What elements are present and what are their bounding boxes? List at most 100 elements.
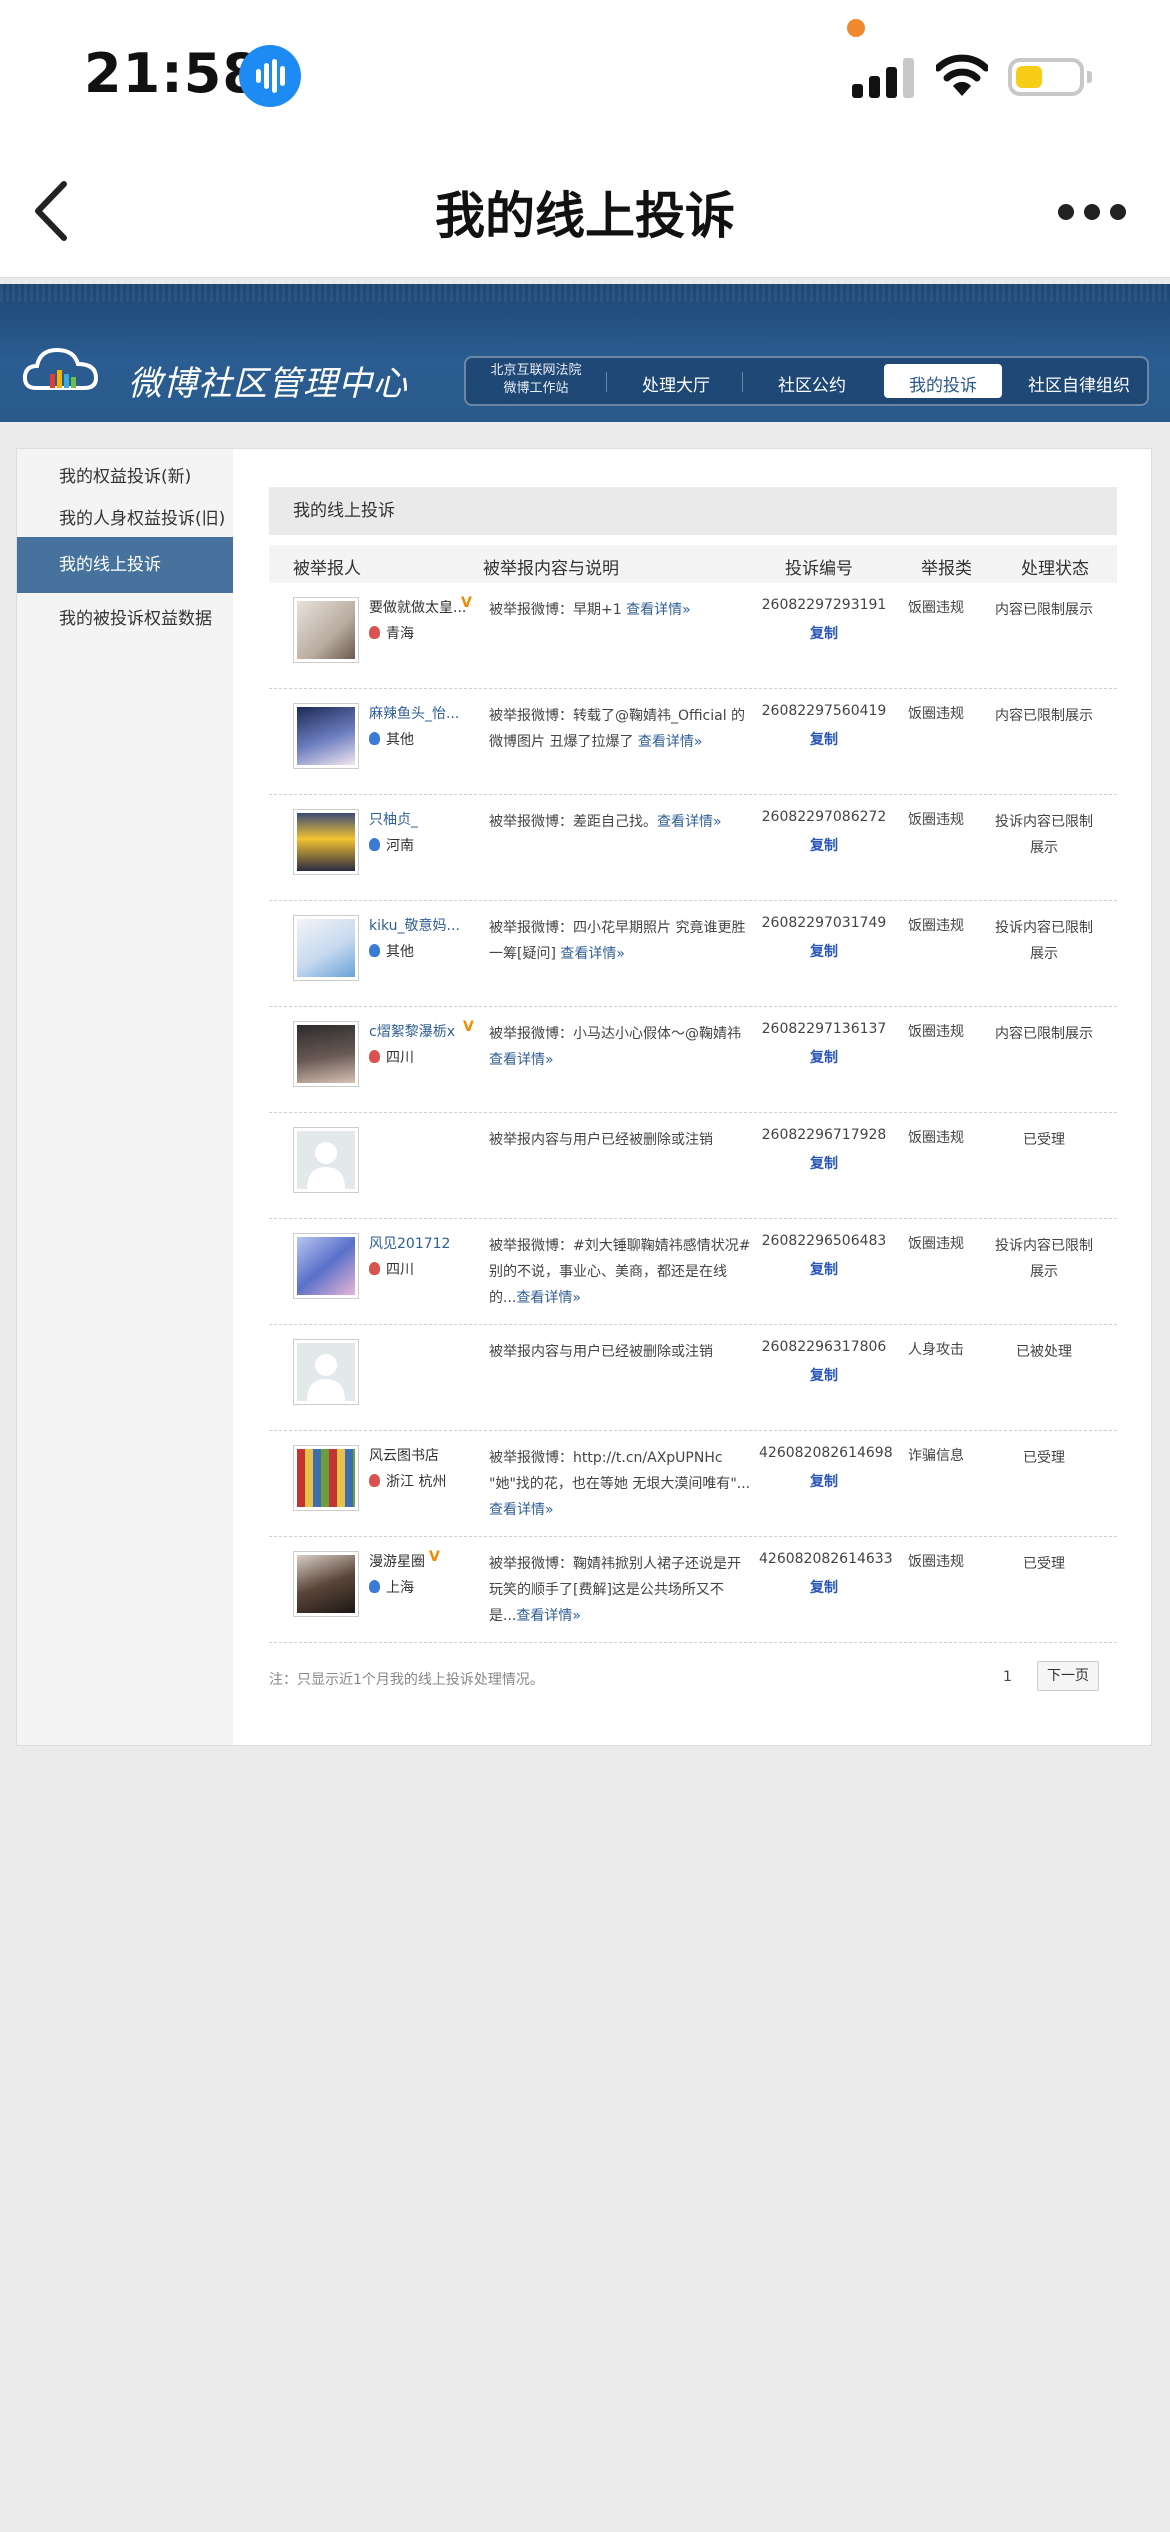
copy-button[interactable]: 复制 [759,941,889,961]
avatar[interactable] [293,1021,359,1087]
complaint-id: 426082082614698 [759,1445,893,1461]
description-text: 被举报内容与用户已经被删除或注销 [489,1344,713,1360]
view-details-link[interactable]: 查看详情» [489,1502,554,1518]
complaint-id: 26082297136137 [761,1021,887,1037]
reported-user-name[interactable]: c熠絮黎瀑栃x [369,1021,455,1041]
copy-button[interactable]: 复制 [759,1153,889,1173]
reported-user-name[interactable]: 要做就做太皇... [369,597,466,617]
table-header: 被举报人 被举报内容与说明 投诉编号 举报类 处理状态 [269,545,1117,583]
main-content: 我的线上投诉 被举报人 被举报内容与说明 投诉编号 举报类 处理状态 要做就做太… [233,449,1151,1745]
table-row: kiku_敬意妈... 其他 被举报微博：四小花早期照片 究竟谁更胜一筹[疑问] 查… [269,901,1117,1007]
processing-status: 投诉内容已限制展示 [995,814,1093,856]
report-category: 饭圈违规 [908,1236,964,1252]
column-header: 被举报人 [293,559,361,579]
app-navbar: 我的线上投诉 [0,150,1170,278]
view-details-link[interactable]: 查看详情» [516,1290,581,1306]
avatar[interactable] [293,1233,359,1299]
report-category: 人身攻击 [908,1342,964,1358]
copy-button[interactable]: 复制 [759,623,889,643]
view-details-link[interactable]: 查看详情» [560,946,625,962]
table-row: 漫游星圈 V 上海 被举报微博：鞠婧祎掀别人裙子还说是开玩笑的顺手了[费解]这是公共场… [269,1537,1117,1643]
reported-user-name[interactable]: 风云图书店 [369,1445,439,1465]
gender-icon [369,838,380,851]
table-row: 只柚贞_ 河南 被举报微博：差距自己找。查看详情» 26082297086272 复制 饭… [269,795,1117,901]
report-category: 饭圈违规 [908,812,964,828]
complaint-description: 被举报内容与用户已经被删除或注销 [489,1339,751,1365]
weibo-community-banner: 微博社区管理中心 北京互联网法院 微博工作站 处理大厅 社区公约 我的投诉 社区… [0,284,1170,422]
sidebar-item-complained-data[interactable]: 我的被投诉权益数据 [17,591,233,647]
column-header: 投诉编号 [785,559,853,579]
table-row: 风云图书店浙江 杭州 被举报微博：http://t.cn/AXpUPNHc "她"… [269,1431,1117,1537]
nav-my-complaints[interactable]: 我的投诉 [884,371,1002,396]
copy-button[interactable]: 复制 [759,1577,889,1597]
view-details-link[interactable]: 查看详情» [657,814,722,830]
complaint-description: 被举报微博：四小花早期照片 究竟谁更胜一筹[疑问] 查看详情» [489,915,751,967]
report-category: 饭圈违规 [908,1130,964,1146]
reported-user-name[interactable]: kiku_敬意妈... [369,915,460,935]
report-category: 饭圈违规 [908,1554,964,1570]
avatar[interactable] [293,1445,359,1511]
report-category: 饭圈违规 [908,1024,964,1040]
complaint-description: 被举报内容与用户已经被删除或注销 [489,1127,751,1153]
view-details-link[interactable]: 查看详情» [626,602,691,618]
table-row: 被举报内容与用户已经被删除或注销 26082296717928 复制 饭圈违规 已受理 [269,1113,1117,1219]
copy-button[interactable]: 复制 [759,1471,889,1491]
copy-button[interactable]: 复制 [759,835,889,855]
column-header: 被举报内容与说明 [483,559,619,579]
avatar[interactable] [293,915,359,981]
table-row: 麻辣鱼头_怡... 其他 被举报微博：转载了@鞠婧祎_Official 的微博图片 … [269,689,1117,795]
user-location: 浙江 杭州 [369,1471,446,1491]
next-page-button[interactable]: 下一页 [1037,1661,1099,1691]
location-text: 上海 [386,1580,414,1596]
section-title: 我的线上投诉 [269,487,1117,535]
copy-button[interactable]: 复制 [759,1047,889,1067]
status-bar: 21:58 [0,0,1170,150]
gender-icon [369,1050,380,1063]
complaint-id: 26082296717928 [761,1127,887,1143]
copy-button[interactable]: 复制 [759,1365,889,1385]
table-row: c熠絮黎瀑栃x V 四川 被举报微博：小马达小心假体～@鞠婧祎 查看详情» 260822… [269,1007,1117,1113]
complaint-description: 被举报微博：差距自己找。查看详情» [489,809,751,835]
page-title: 我的线上投诉 [435,187,735,245]
clock: 21:58 [84,42,261,105]
verified-badge-icon: V [461,595,472,611]
nav-self-discipline[interactable]: 社区自律组织 [1014,371,1144,396]
report-category: 饭圈违规 [908,706,964,722]
avatar[interactable] [293,1551,359,1617]
reported-user-name[interactable]: 漫游星圈 [369,1551,425,1571]
nav-hall[interactable]: 处理大厅 [618,371,734,396]
table-row: 被举报内容与用户已经被删除或注销 26082296317806 复制 人身攻击 已被处理 [269,1325,1117,1431]
description-text: 被举报微博：早期+1 [489,602,627,618]
copy-button[interactable]: 复制 [759,729,889,749]
avatar[interactable] [293,597,359,663]
avatar[interactable] [293,809,359,875]
gender-icon [369,1580,380,1593]
user-location: 青海 [369,623,414,643]
view-details-link[interactable]: 查看详情» [489,1052,554,1068]
court-link[interactable]: 北京互联网法院 微博工作站 [466,362,606,398]
user-location: 四川 [369,1259,414,1279]
copy-button[interactable]: 复制 [759,1259,889,1279]
processing-status: 已被处理 [1016,1344,1072,1360]
avatar[interactable] [293,703,359,769]
table-row: 风见201712 四川 被举报微博：#刘大锤聊鞠婧祎感情状况#别的不说，事业心、美商… [269,1219,1117,1325]
page-number[interactable]: 1 [1003,1669,1012,1685]
sidebar-item-online-complaints[interactable]: 我的线上投诉 [17,537,233,593]
view-details-link[interactable]: 查看详情» [516,1608,581,1624]
more-options-icon[interactable] [1058,202,1128,222]
reported-user-name[interactable]: 风见201712 [369,1233,450,1253]
description-text: 被举报微博：http://t.cn/AXpUPNHc "她"找的花，也在等她 无… [489,1450,751,1492]
gender-icon [369,626,380,639]
location-text: 其他 [386,944,414,960]
reported-user-name[interactable]: 麻辣鱼头_怡... [369,703,459,723]
default-avatar-icon [293,1339,359,1405]
nav-convention[interactable]: 社区公约 [752,371,872,396]
complaint-description: 被举报微博：http://t.cn/AXpUPNHc "她"找的花，也在等她 无… [489,1445,751,1523]
processing-status: 已受理 [1023,1450,1065,1466]
view-details-link[interactable]: 查看详情» [638,734,703,750]
location-text: 四川 [386,1262,414,1278]
verified-badge-icon: V [463,1019,474,1035]
voice-recording-icon [239,45,301,107]
reported-user-name[interactable]: 只柚贞_ [369,809,418,829]
gender-icon [369,732,380,745]
